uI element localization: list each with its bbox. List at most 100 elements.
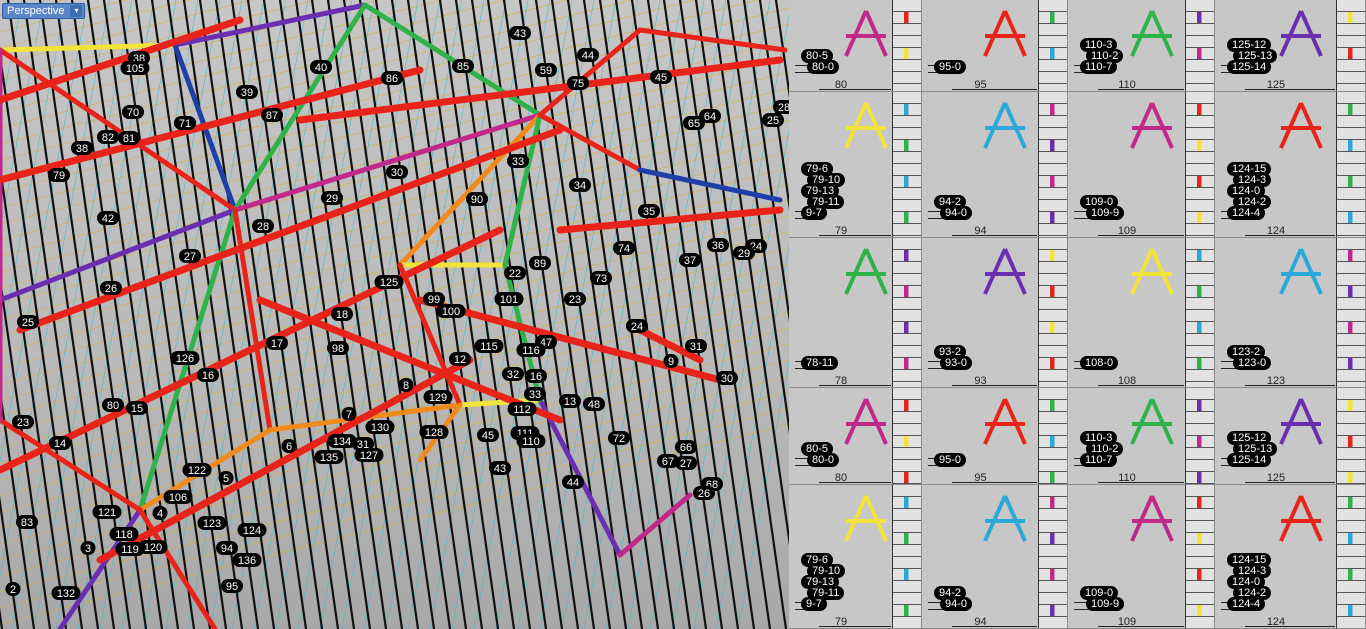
svg-text:16: 16 <box>530 371 542 383</box>
sheet-number: 79 <box>834 225 848 237</box>
sheet-number: 80 <box>834 472 848 484</box>
sheet-cell-79[interactable]: 79-6 79-10 79-13 79-11 9-7 79 <box>789 92 922 238</box>
sheet-cell-80[interactable]: 80-5 80-0 80 <box>789 0 922 92</box>
svg-text:40: 40 <box>315 62 327 74</box>
sheet-cell-79[interactable]: 79-6 79-10 79-13 79-11 9-7 79 <box>789 485 922 629</box>
svg-text:12: 12 <box>454 354 466 366</box>
sheet-cell-108[interactable]: 108-0 108 <box>1068 238 1215 388</box>
sheet-cell-93[interactable]: 93-2 93-0 93 <box>922 238 1068 388</box>
svg-text:128: 128 <box>425 427 443 439</box>
svg-text:105: 105 <box>126 63 144 75</box>
sheet-cell-94[interactable]: 94-2 94-0 94 <box>922 485 1068 629</box>
part-id-label: 124-4 <box>1227 597 1266 611</box>
part-sketch <box>983 398 1027 445</box>
part-sketch <box>843 102 888 149</box>
svg-text:33: 33 <box>529 389 541 401</box>
part-number-label: 136 <box>232 553 262 567</box>
part-id-label: 125-14 <box>1227 60 1272 74</box>
part-sketch <box>843 495 888 542</box>
part-number-label: 126 <box>170 351 200 365</box>
svg-text:120: 120 <box>144 542 162 554</box>
chevron-down-icon[interactable]: ▾ <box>70 5 83 17</box>
part-number-label: 23 <box>12 415 34 429</box>
viewport-title: Perspective <box>7 5 65 17</box>
part-number-label: 45 <box>650 70 672 84</box>
svg-text:38: 38 <box>76 143 88 155</box>
svg-text:25: 25 <box>22 317 34 329</box>
parts-table-strip <box>1038 388 1067 484</box>
svg-text:82: 82 <box>102 132 114 144</box>
sheet-cell-109[interactable]: 109-0 109-9 109 <box>1068 92 1215 238</box>
part-number-label: 7 <box>341 407 357 421</box>
part-number-label: 127 <box>354 448 384 462</box>
part-id-label: 124-4 <box>1227 206 1266 220</box>
svg-text:44: 44 <box>582 50 594 62</box>
svg-text:13: 13 <box>564 396 576 408</box>
svg-text:130: 130 <box>371 422 389 434</box>
part-number-label: 22 <box>504 266 526 280</box>
svg-text:134: 134 <box>333 436 351 448</box>
svg-text:43: 43 <box>494 463 506 475</box>
part-sketch <box>843 10 888 57</box>
sheet-cell-94[interactable]: 94-2 94-0 94 <box>922 92 1068 238</box>
parts-table-strip <box>1185 0 1214 91</box>
svg-text:100: 100 <box>442 306 460 318</box>
part-number-label: 8 <box>398 378 414 392</box>
sheet-cell-78[interactable]: 78-11 78 <box>789 238 922 388</box>
part-number-label: 99 <box>423 292 445 306</box>
part-sketch <box>1129 248 1174 295</box>
sheet-number: 94 <box>974 616 987 628</box>
svg-text:127: 127 <box>360 450 378 462</box>
sheet-number: 80 <box>834 79 848 91</box>
part-number-label: 89 <box>529 256 551 270</box>
svg-text:23: 23 <box>569 294 581 306</box>
part-number-label: 65 <box>683 116 705 130</box>
svg-text:44: 44 <box>567 477 579 489</box>
part-sketch <box>983 248 1027 295</box>
part-number-label: 83 <box>16 515 38 529</box>
part-number-label: 135 <box>314 450 344 464</box>
svg-text:14: 14 <box>54 438 66 450</box>
part-number-label: 16 <box>525 369 547 383</box>
part-id-label: 80-0 <box>807 60 840 74</box>
sheet-cell-95[interactable]: 95-0 95 <box>922 388 1068 485</box>
sheet-cell-125[interactable]: 125-12 125-13 125-14 125 <box>1215 388 1366 485</box>
svg-text:80: 80 <box>107 400 119 412</box>
sheet-cell-95[interactable]: 95-0 95 <box>922 0 1068 92</box>
svg-text:72: 72 <box>613 433 625 445</box>
svg-text:24: 24 <box>631 321 643 333</box>
sheet-cell-124[interactable]: 124-15 124-3 124-0 124-2 124-4 124 <box>1215 485 1366 629</box>
part-number-label: 129 <box>423 390 453 404</box>
part-sketch <box>1129 398 1174 445</box>
sheet-cell-123[interactable]: 123-2 123-0 123 <box>1215 238 1366 388</box>
sheet-cell-110[interactable]: 110-3 110-2 110-7 110 <box>1068 388 1215 485</box>
sheet-cell-109[interactable]: 109-0 109-9 109 <box>1068 485 1215 629</box>
svg-text:23: 23 <box>17 417 29 429</box>
part-number-label: 29 <box>321 191 343 205</box>
svg-text:112: 112 <box>513 404 531 416</box>
sheet-number: 125 <box>1266 79 1286 91</box>
part-id-label: 109-9 <box>1086 206 1125 220</box>
part-id-label: 9-7 <box>801 206 827 220</box>
perspective-viewport[interactable]: 38 105 43 44 40 86 85 59 75 45 28 25 39 87 70 64 65 71 82 8… <box>0 0 789 629</box>
sheet-cell-124[interactable]: 124-15 124-3 124-0 124-2 124-4 124 <box>1215 92 1366 238</box>
sheet-cell-125[interactable]: 125-12 125-13 125-14 125 <box>1215 0 1366 92</box>
sheet-cell-110[interactable]: 110-3 110-2 110-7 110 <box>1068 0 1215 92</box>
parts-table-strip <box>1336 238 1365 387</box>
structure-model: 381054344408685 5975 452825398770 64657182 8… <box>0 0 789 629</box>
part-number-label: 39 <box>236 85 258 99</box>
svg-text:75: 75 <box>572 78 584 90</box>
svg-text:32: 32 <box>507 369 519 381</box>
part-sketch <box>983 495 1027 542</box>
part-id-label: 125-14 <box>1227 453 1272 467</box>
part-id-label: 110-7 <box>1080 453 1118 467</box>
sheet-number: 95 <box>974 472 987 484</box>
viewport-title-tab[interactable]: Perspective ▾ <box>2 3 86 19</box>
parts-table-strip <box>1038 238 1067 387</box>
svg-text:29: 29 <box>326 193 338 205</box>
part-number-label: 26 <box>693 486 715 500</box>
svg-text:18: 18 <box>336 309 348 321</box>
part-id-label: 123-0 <box>1233 356 1272 370</box>
sheet-cell-80[interactable]: 80-5 80-0 80 <box>789 388 922 485</box>
part-number-label: 72 <box>608 431 630 445</box>
